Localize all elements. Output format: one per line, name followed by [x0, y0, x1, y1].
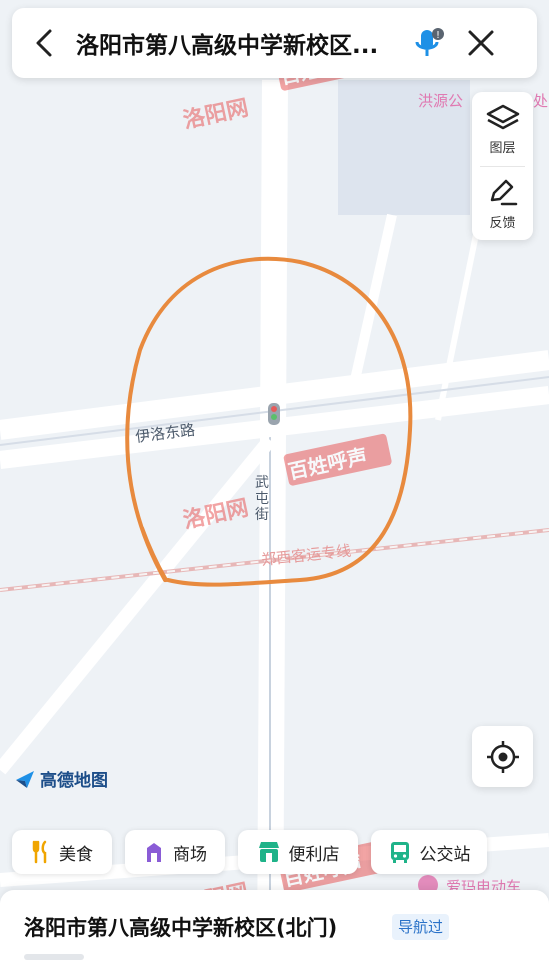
place-detail-card[interactable]: 洛阳市第八高级中学新校区(北门) 导航过 [0, 890, 549, 960]
map-side-panel: 图层 反馈 [472, 92, 533, 240]
top-search-bar: 洛阳市第八高级中学新校区... ! [12, 8, 537, 78]
amap-logo-icon [16, 770, 34, 788]
svg-text:街: 街 [255, 507, 269, 523]
close-button[interactable] [452, 8, 510, 78]
card-detail-placeholder [24, 954, 84, 960]
search-query-text[interactable]: 洛阳市第八高级中学新校区... [76, 26, 406, 60]
crosshair-icon [486, 740, 519, 773]
bus-icon [390, 842, 409, 863]
layers-button[interactable]: 图层 [472, 92, 533, 166]
layers-label: 图层 [489, 140, 516, 156]
store-icon [258, 842, 279, 862]
chip-store-label: 便利店 [288, 844, 340, 865]
chip-food[interactable]: 美食 [12, 830, 112, 874]
voice-button[interactable]: ! [406, 8, 452, 78]
feedback-button[interactable]: 反馈 [472, 167, 533, 241]
chip-bus-label: 公交站 [419, 844, 471, 865]
microphone-icon: ! [415, 28, 444, 56]
back-button[interactable] [12, 8, 76, 78]
locate-me-button[interactable] [472, 726, 533, 787]
edit-pen-icon [490, 179, 517, 205]
place-title: 洛阳市第八高级中学新校区(北门) [24, 916, 338, 940]
navigated-badge: 导航过 [392, 914, 450, 940]
chip-food-label: 美食 [59, 844, 93, 865]
mall-icon [147, 843, 161, 862]
map-canvas[interactable]: 伊洛东路 武 屯 街 郑西客运专线 洪源公 处 爱玛电动车 洛阳网 百姓呼声 洛… [0, 0, 549, 960]
chip-mall[interactable]: 商场 [125, 830, 225, 874]
chip-mall-label: 商场 [173, 844, 207, 865]
svg-text:屯: 屯 [255, 491, 269, 507]
svg-text:!: ! [436, 30, 440, 41]
chip-bus-stop[interactable]: 公交站 [371, 830, 487, 874]
layers-icon [486, 104, 519, 129]
amap-logo-text: 高德地图 [40, 771, 108, 791]
feedback-label: 反馈 [489, 215, 516, 231]
back-arrow-icon [36, 29, 52, 57]
close-icon [468, 30, 494, 56]
fork-knife-icon [32, 840, 47, 864]
map-label-wutun: 武 屯 街 [255, 475, 269, 523]
map-poi-top2[interactable]: 处 [533, 92, 548, 110]
chip-convenience-store[interactable]: 便利店 [238, 830, 358, 874]
amap-logo: 高德地图 [14, 766, 108, 791]
svg-text:武: 武 [255, 475, 269, 491]
map-poi-top[interactable]: 洪源公 [418, 92, 463, 110]
